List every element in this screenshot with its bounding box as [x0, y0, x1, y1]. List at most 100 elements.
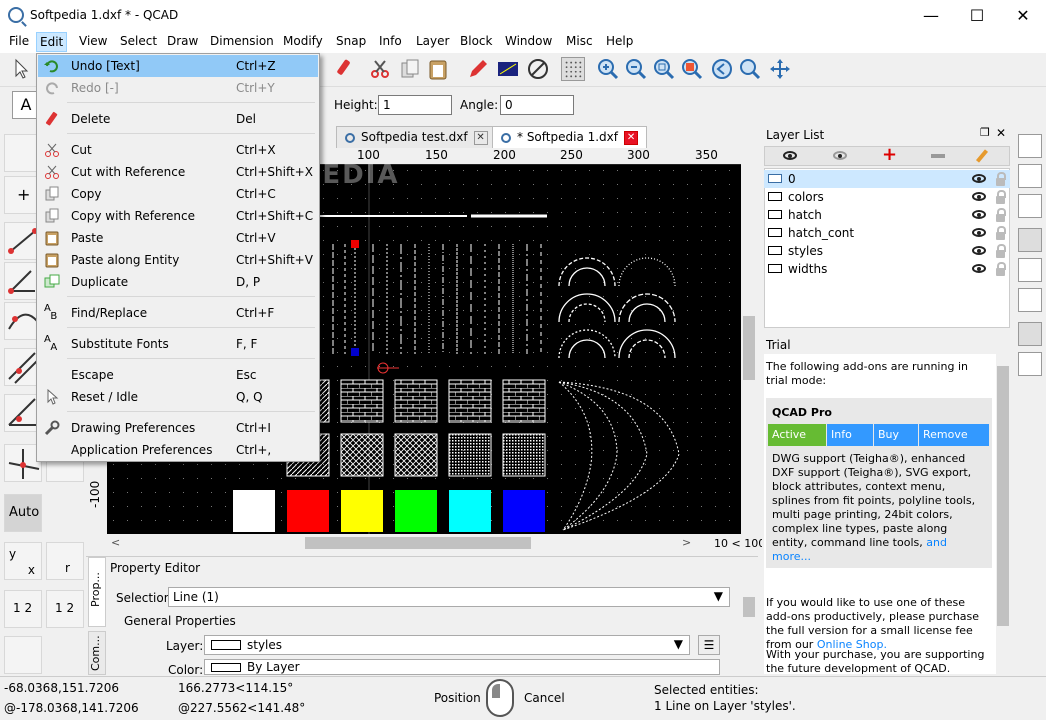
zoom-in-icon[interactable]: [596, 57, 620, 81]
menu-view[interactable]: View: [79, 34, 107, 48]
vertical-scrollbar[interactable]: [741, 164, 757, 534]
menu-file[interactable]: File: [9, 34, 29, 48]
lock-icon[interactable]: [996, 226, 1006, 240]
snap-coordinate-icon[interactable]: yx: [4, 542, 42, 580]
menu-dimension[interactable]: Dimension: [210, 34, 274, 48]
close-window-button[interactable]: ✕: [1000, 0, 1046, 31]
lock-icon[interactable]: [996, 244, 1006, 258]
zoom-auto-icon[interactable]: [652, 57, 676, 81]
snap-relative-2-icon[interactable]: 1 2: [46, 590, 84, 628]
tab-properties[interactable]: Prop...: [88, 557, 106, 627]
view-list-icon[interactable]: [1018, 194, 1042, 218]
menu-item-copy-with-reference[interactable]: Copy with Reference Ctrl+Shift+C: [38, 205, 318, 227]
angle-input[interactable]: [500, 95, 574, 115]
pointer-icon[interactable]: [10, 57, 34, 81]
menu-item-reset-idle[interactable]: Reset / Idle Q, Q: [38, 386, 318, 408]
menu-item-paste[interactable]: Paste Ctrl+V: [38, 227, 318, 249]
menu-misc[interactable]: Misc: [566, 34, 593, 48]
zoom-previous-icon[interactable]: [710, 57, 734, 81]
height-input[interactable]: [378, 95, 452, 115]
scroll-thumb[interactable]: [305, 537, 531, 549]
visibility-eye-icon[interactable]: [972, 192, 986, 201]
scroll-thumb[interactable]: [743, 316, 755, 380]
menu-layer[interactable]: Layer: [416, 34, 449, 48]
tab-command[interactable]: Com...: [88, 631, 106, 675]
lock-icon[interactable]: [996, 190, 1006, 204]
menu-info[interactable]: Info: [379, 34, 402, 48]
visibility-eye-icon[interactable]: [972, 246, 986, 255]
zoom-out-icon[interactable]: [624, 57, 648, 81]
close-panel-icon[interactable]: ✕: [996, 126, 1006, 140]
selection-filter-icon[interactable]: [1018, 258, 1042, 282]
zoom-selection-icon[interactable]: [680, 57, 704, 81]
snap-restrict-icon[interactable]: [4, 636, 42, 674]
visibility-eye-icon[interactable]: [972, 228, 986, 237]
lock-icon[interactable]: [996, 208, 1006, 222]
delete-icon[interactable]: [334, 57, 358, 81]
edit-layer-icon[interactable]: [975, 149, 989, 163]
menu-item-application-preferences[interactable]: Application Preferences Ctrl+,: [38, 439, 318, 461]
color-dropdown[interactable]: By Layer: [204, 659, 720, 675]
copy-icon[interactable]: [398, 57, 422, 81]
lock-icon[interactable]: [996, 172, 1006, 186]
menu-item-cut[interactable]: Cut Ctrl+X: [38, 139, 318, 161]
layer-row-0[interactable]: 0: [764, 170, 1010, 188]
addon-buy-button[interactable]: Buy: [874, 424, 918, 446]
snap-relative-icon[interactable]: 1 2: [4, 590, 42, 628]
addon-info-button[interactable]: Info: [827, 424, 873, 446]
menu-item-copy[interactable]: Copy Ctrl+C: [38, 183, 318, 205]
menu-item-delete[interactable]: Delete Del: [38, 108, 318, 130]
layer-row-hatch-cont[interactable]: hatch_cont: [764, 224, 1010, 242]
addon-remove-button[interactable]: Remove: [919, 424, 989, 446]
pan-icon[interactable]: [768, 57, 792, 81]
menu-item-escape[interactable]: Escape Esc: [38, 364, 318, 386]
menu-block[interactable]: Block: [460, 34, 492, 48]
visibility-eye-icon[interactable]: [972, 264, 986, 273]
block-list-icon[interactable]: [1018, 134, 1042, 158]
menu-window[interactable]: Window: [505, 34, 552, 48]
layer-list-dock-icon[interactable]: [1018, 228, 1042, 252]
selection-dropdown[interactable]: Line (1) ▼: [168, 587, 730, 607]
trial-scrollbar[interactable]: [996, 354, 1010, 672]
grid-icon[interactable]: [561, 57, 585, 81]
menu-item-redo[interactable]: Redo [-] Ctrl+Y: [38, 77, 318, 99]
float-panel-icon[interactable]: ❐: [980, 126, 990, 139]
addon-active-button[interactable]: Active: [768, 424, 826, 446]
lock-icon[interactable]: [996, 262, 1006, 276]
menu-modify[interactable]: Modify: [283, 34, 323, 48]
menu-help[interactable]: Help: [606, 34, 633, 48]
menu-item-duplicate[interactable]: Duplicate D, P: [38, 271, 318, 293]
maximize-button[interactable]: ☐: [954, 0, 1000, 31]
layer-dropdown[interactable]: styles ▼: [204, 635, 690, 655]
no-selection-icon[interactable]: [526, 57, 550, 81]
add-layer-icon[interactable]: +: [882, 144, 897, 165]
visibility-eye-icon[interactable]: [972, 210, 986, 219]
remove-layer-icon[interactable]: [931, 154, 945, 158]
minimize-button[interactable]: —: [908, 0, 954, 31]
menu-list-icon[interactable]: ☰: [698, 635, 720, 655]
hide-all-layers-icon[interactable]: [833, 151, 847, 160]
snap-polar-icon[interactable]: r: [46, 542, 84, 580]
layer-row-widths[interactable]: widths: [764, 260, 1010, 278]
show-all-layers-icon[interactable]: [783, 151, 797, 160]
layer-row-colors[interactable]: colors: [764, 188, 1010, 206]
menu-item-paste-along-entity[interactable]: Paste along Entity Ctrl+Shift+V: [38, 249, 318, 271]
tab-softpedia-test[interactable]: Softpedia test.dxf ✕: [336, 126, 497, 148]
menu-item-cut-with-reference[interactable]: Cut with Reference Ctrl+Shift+X: [38, 161, 318, 183]
horizontal-scrollbar[interactable]: < >: [107, 534, 741, 552]
menu-item-undo[interactable]: Undo [Text] Ctrl+Z: [38, 55, 318, 77]
background-icon[interactable]: [496, 57, 520, 81]
paste-dock-icon[interactable]: [1018, 352, 1042, 376]
layer-row-styles[interactable]: styles: [764, 242, 1010, 260]
layer-row-hatch[interactable]: hatch: [764, 206, 1010, 224]
paste-icon[interactable]: [426, 57, 450, 81]
tab-softpedia-1[interactable]: * Softpedia 1.dxf ✕: [492, 126, 648, 148]
visibility-eye-icon[interactable]: [972, 174, 986, 183]
snap-auto-button[interactable]: Auto: [4, 494, 42, 532]
pen-icon[interactable]: [466, 57, 490, 81]
menu-item-find-replace[interactable]: A B Find/Replace Ctrl+F: [38, 302, 318, 324]
clipboard-dock-icon[interactable]: [1018, 288, 1042, 312]
close-tab-icon[interactable]: ✕: [473, 130, 488, 145]
zoom-window-icon[interactable]: [738, 57, 762, 81]
scroll-right-icon[interactable]: >: [682, 536, 691, 549]
